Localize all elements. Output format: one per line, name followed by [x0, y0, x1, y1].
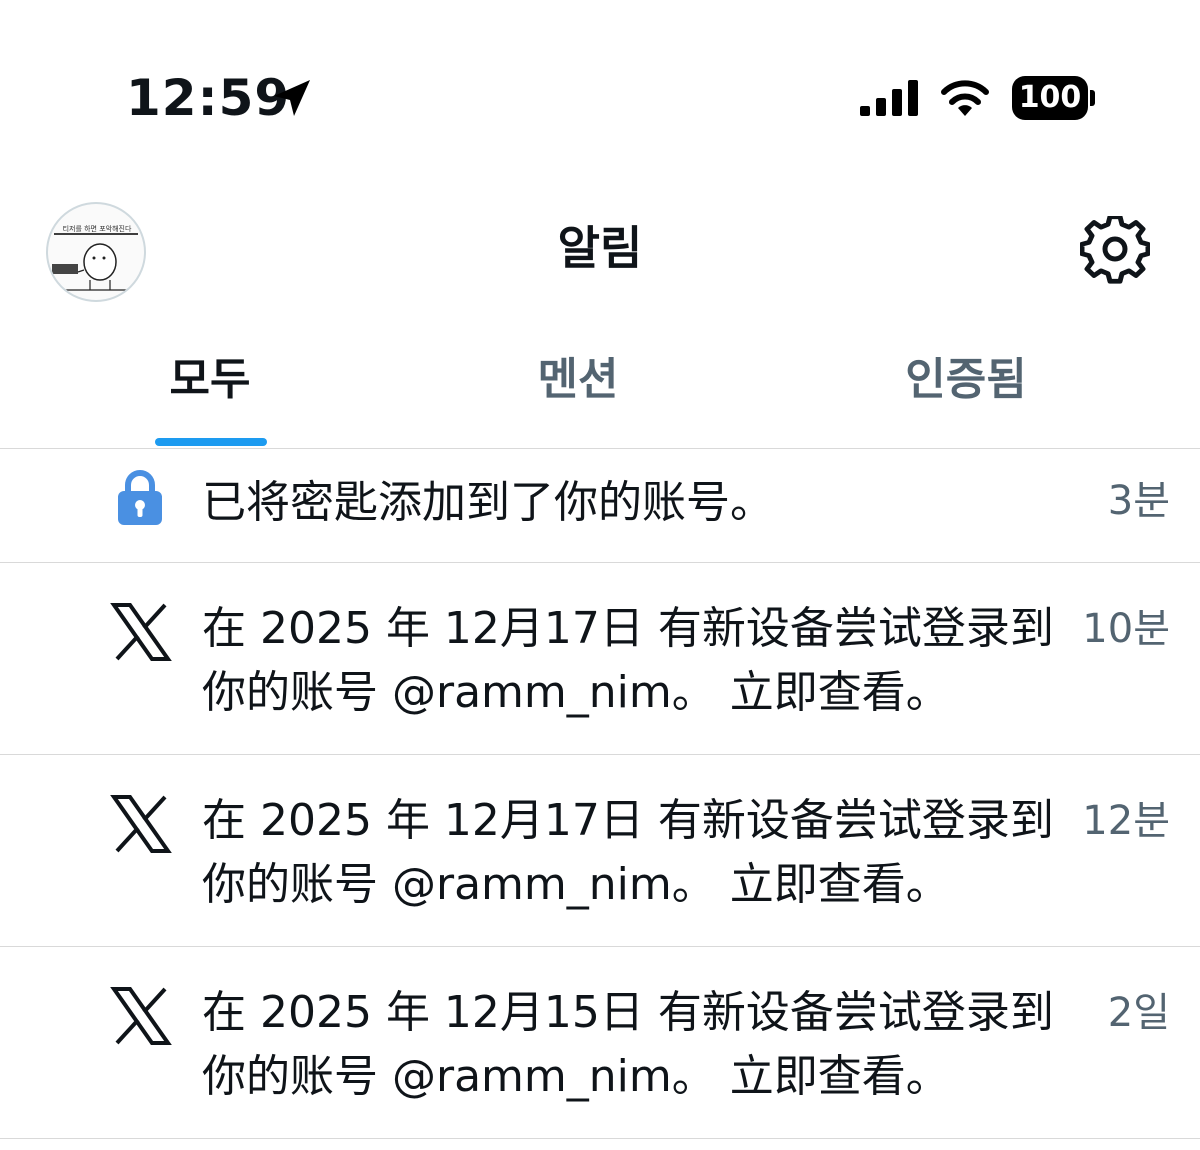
notification-time: 2일 [1107, 990, 1170, 1036]
wifi-icon [941, 80, 989, 116]
notification-time: 12분 [1082, 798, 1170, 844]
x-logo-icon [110, 987, 172, 1045]
location-arrow-icon [274, 80, 310, 116]
notification-item[interactable]: 在 2025 年 12月15日 有新设备尝试登录到你的账号 @ramm_nim。… [0, 947, 1200, 1139]
notification-time: 10분 [1082, 606, 1170, 652]
active-tab-indicator [155, 438, 267, 446]
page-title: 알림 [557, 221, 643, 275]
avatar-illustration [52, 233, 138, 291]
status-time: 12:59 [126, 69, 291, 127]
tab-mentions[interactable]: 멘션 [478, 350, 678, 410]
notification-text: 已将密匙添加到了你的账号。 [202, 477, 774, 528]
avatar[interactable]: 티저를 하면 포악해진다 [46, 202, 146, 302]
x-logo-icon [110, 795, 172, 853]
x-logo-icon [110, 603, 172, 661]
notification-text: 在 2025 年 12月15日 有新设备尝试登录到你的账号 @ramm_nim。… [202, 987, 1054, 1102]
notification-list: 已将密匙添加到了你的账号。 3분 在 2025 年 12月17日 有新设备尝试登… [0, 449, 1200, 1139]
tab-bar: 모두 멘션 인증됨 [0, 330, 1200, 449]
battery-cap [1090, 90, 1095, 106]
app-header: 티저를 하면 포악해진다 알림 [0, 180, 1200, 330]
notification-item[interactable]: 在 2025 年 12月17日 有新设备尝试登录到你的账号 @ramm_nim。… [0, 755, 1200, 947]
cellular-signal-icon [860, 80, 918, 116]
tab-all[interactable]: 모두 [110, 350, 310, 410]
battery-indicator: 100 [1012, 76, 1088, 120]
gear-icon[interactable] [1080, 216, 1150, 286]
notification-text: 在 2025 年 12月17日 有新设备尝试登录到你的账号 @ramm_nim。… [202, 795, 1054, 910]
notification-item[interactable]: 已将密匙添加到了你的账号。 3분 [0, 449, 1200, 563]
notification-text: 在 2025 年 12月17日 有新设备尝试登录到你的账号 @ramm_nim。… [202, 603, 1054, 718]
status-bar: 12:59 100 [0, 0, 1200, 180]
notification-item[interactable]: 在 2025 年 12月17日 有新设备尝试登录到你的账号 @ramm_nim。… [0, 563, 1200, 755]
lock-icon [118, 470, 162, 525]
tab-verified[interactable]: 인증됨 [866, 350, 1066, 410]
notification-time: 3분 [1107, 478, 1170, 524]
